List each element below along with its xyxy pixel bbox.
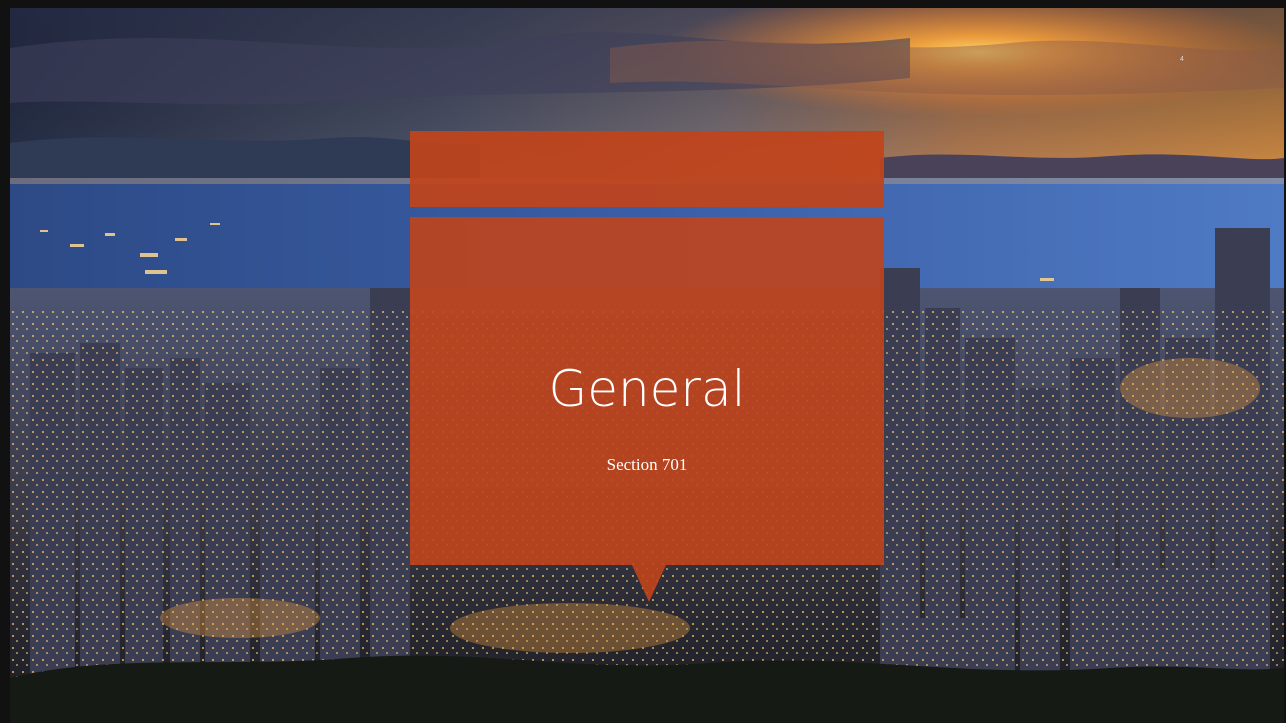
title-box-pointer — [632, 565, 666, 602]
slide-number: 4 — [1180, 56, 1184, 63]
title-box-top-band — [410, 131, 884, 207]
slide-border-top — [0, 0, 1286, 8]
slide-subtitle[interactable]: Section 701 — [410, 455, 884, 475]
presentation-slide: General Section 701 4 — [0, 0, 1286, 723]
slide-border-left — [0, 0, 10, 723]
slide-title[interactable]: General — [410, 360, 884, 418]
